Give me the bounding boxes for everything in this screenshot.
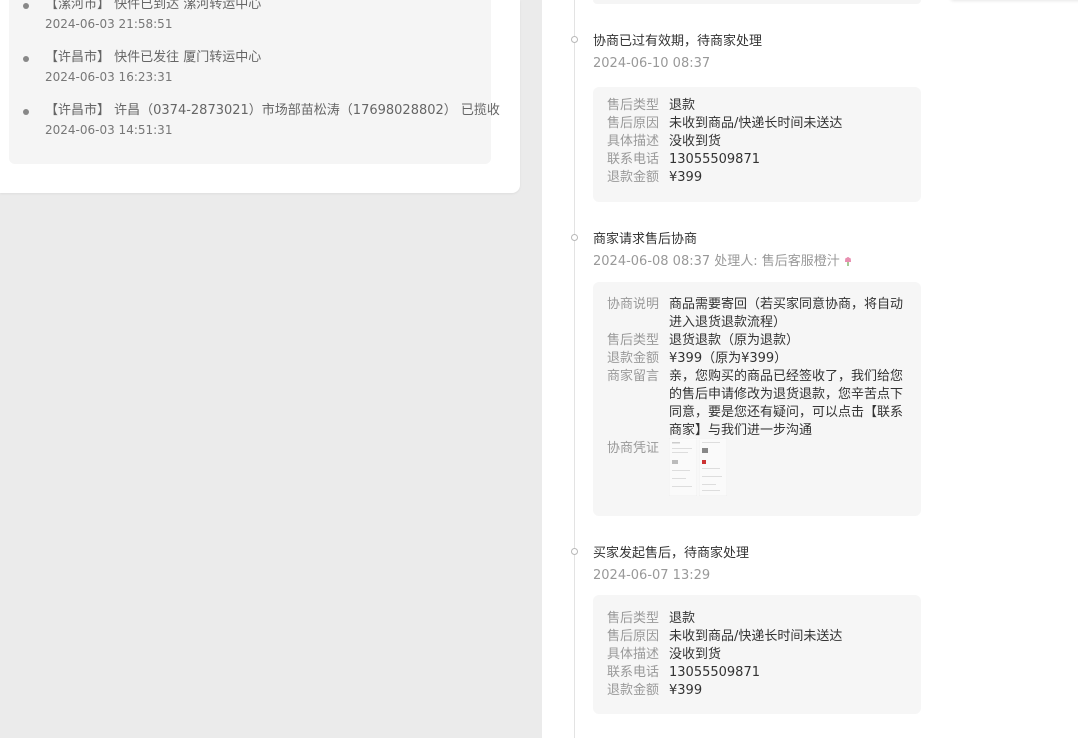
timeline-detail-card: 协商说明 商品需要寄回（若买家同意协商，将自动进入退货退款流程） 售后类型 退货退款… <box>593 282 921 516</box>
tulip-icon <box>844 257 851 266</box>
detail-key: 售后类型 <box>607 98 660 113</box>
detail-value: 亲，您购买的商品已经签收了，我们给您的售后申请修改为退货退款，您辛苦点下同意，要… <box>669 369 904 438</box>
detail-value: 未收到商品/快递长时间未送达 <box>669 629 843 644</box>
detail-key: 具体描述 <box>607 647 660 662</box>
detail-key: 联系电话 <box>607 152 660 167</box>
detail-key: 退款金额 <box>607 170 660 185</box>
detail-value: 退款 <box>669 611 696 626</box>
detail-value: 未收到商品/快递长时间未送达 <box>669 116 843 131</box>
timeline-detail-card: 售后类型 退款 售后原因 未收到商品/快递长时间未送达 具体描述 没收到货 联系电话 1… <box>593 595 921 714</box>
aftersales-timeline-panel: 协商已过有效期，待商家处理 2024-06-10 08:37 售后类型 退款 售后… <box>542 0 1078 738</box>
detail-key: 协商说明 <box>607 297 660 312</box>
detail-key: 售后原因 <box>607 629 660 644</box>
timeline-node-icon <box>571 36 578 43</box>
detail-key: 商家留言 <box>607 369 660 384</box>
detail-key: 退款金额 <box>607 683 660 698</box>
detail-key: 具体描述 <box>607 134 660 149</box>
timeline-node-icon <box>571 548 578 555</box>
logistics-track-box: 【漯河市】 快件已到达 漯河转运中心 2024-06-03 21:58:51 【… <box>9 0 500 164</box>
timeline-detail-card: 售后类型 退款 售后原因 未收到商品/快递长时间未送达 具体描述 没收到货 联系电话 1… <box>593 87 921 202</box>
bullet-dot-icon <box>23 3 29 9</box>
detail-key: 联系电话 <box>607 665 660 680</box>
detail-value: 13055509871 <box>669 152 760 167</box>
timeline-line <box>574 0 575 738</box>
logistics-item-text: 【许昌市】 快件已发往 厦门转运中心 <box>45 50 262 65</box>
logistics-item-time: 2024-06-03 21:58:51 <box>45 17 173 31</box>
logistics-item-text: 【漯河市】 快件已到达 漯河转运中心 <box>45 0 262 12</box>
detail-key: 售后原因 <box>607 116 660 131</box>
timeline-time: 2024-06-08 08:37 处理人: 售后客服橙汁 <box>593 253 854 271</box>
detail-value: 没收到货 <box>669 647 722 662</box>
detail-value: 13055509871 <box>669 665 760 680</box>
negotiation-proof-thumbnail[interactable] <box>669 438 727 496</box>
detail-value: 商品需要寄回（若买家同意协商，将自动进入退货退款流程） <box>669 297 904 330</box>
detail-key: 退款金额 <box>607 351 660 366</box>
logistics-item-time: 2024-06-03 16:23:31 <box>45 70 173 84</box>
bullet-dot-icon <box>23 109 29 115</box>
detail-value: ¥399 <box>669 170 703 185</box>
detail-value: ¥399 <box>669 683 703 698</box>
detail-value: 退款 <box>669 98 696 113</box>
timeline-time: 2024-06-10 08:37 <box>593 56 711 71</box>
detail-key: 协商凭证 <box>607 441 660 456</box>
timeline-node-icon <box>571 234 578 241</box>
detail-key: 售后类型 <box>607 333 660 348</box>
timeline-title: 商家请求售后协商 <box>593 232 698 247</box>
timeline-time-text: 2024-06-08 08:37 处理人: 售后客服橙汁 <box>593 254 840 269</box>
bullet-dot-icon <box>23 56 29 62</box>
timeline-title: 协商已过有效期，待商家处理 <box>593 34 763 49</box>
logistics-item-text: 【许昌市】 许昌（0374-2873021）市场部苗松涛（17698028802… <box>45 103 500 118</box>
timeline-title: 买家发起售后，待商家处理 <box>593 546 750 561</box>
logistics-card: 【漯河市】 快件已到达 漯河转运中心 2024-06-03 21:58:51 【… <box>0 0 520 193</box>
logistics-item-time: 2024-06-03 14:51:31 <box>45 123 173 137</box>
detail-value: 退货退款（原为退款） <box>669 333 800 348</box>
detail-card-fragment <box>593 0 921 4</box>
detail-value: 没收到货 <box>669 134 722 149</box>
timeline-time: 2024-06-07 13:29 <box>593 568 711 583</box>
detail-value: ¥399（原为¥399） <box>669 351 788 366</box>
detail-key: 售后类型 <box>607 611 660 626</box>
